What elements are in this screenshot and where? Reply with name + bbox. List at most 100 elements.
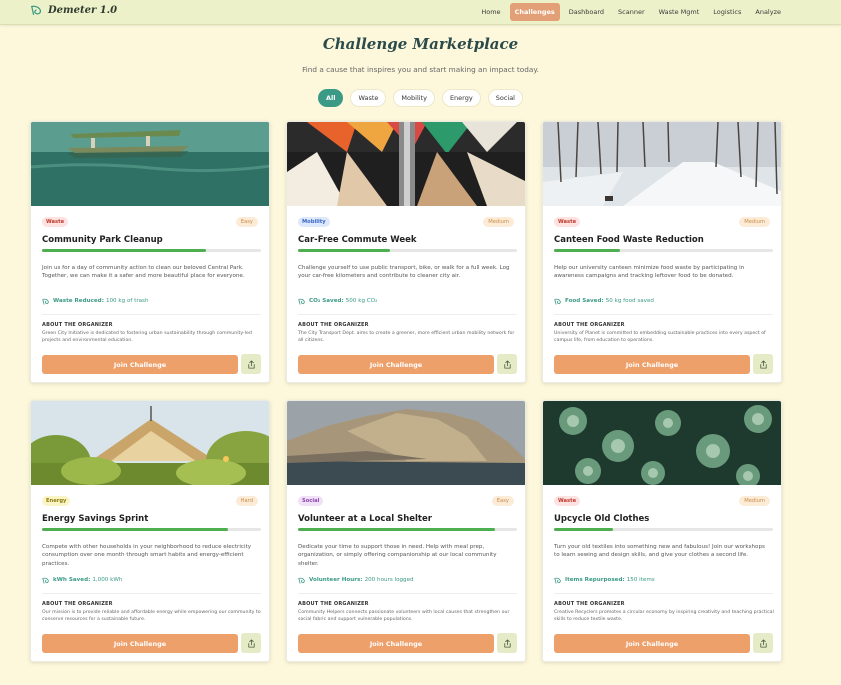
impact-stat: Food Saved: 50 kg food saved [554, 297, 654, 305]
share-button[interactable] [241, 633, 261, 653]
challenge-description: Challenge yourself to use public transpo… [298, 265, 510, 280]
challenge-image-succulents [543, 401, 781, 485]
difficulty-badge: Hard [235, 496, 258, 506]
category-badge: Waste [554, 496, 581, 506]
category-badge: Waste [42, 217, 69, 227]
impact-label: Items Repurposed: [565, 577, 625, 583]
divider [554, 593, 773, 594]
top-nav: Demeter 1.0 Home Challenges Dashboard Sc… [0, 0, 841, 25]
impact-stat: kWh Saved: 1,000 kWh [42, 576, 122, 584]
divider [298, 314, 517, 315]
challenge-description: Compete with other households in your ne… [42, 544, 252, 567]
organizer-heading: ABOUT THE ORGANIZER [42, 322, 113, 328]
progress-bar [42, 528, 261, 531]
leaf-icon [298, 298, 305, 305]
challenge-image-cliff [287, 401, 525, 485]
nav-link-home[interactable]: Home [476, 3, 505, 21]
challenge-description: Dedicate your time to support those in n… [298, 544, 497, 567]
impact-stat: Waste Reduced: 100 kg of trash [42, 297, 149, 305]
challenge-card[interactable]: Waste Easy Community Park Cleanup Join u… [30, 121, 270, 383]
join-challenge-button[interactable]: Join Challenge [42, 355, 238, 374]
nav-link-dashboard[interactable]: Dashboard [564, 3, 609, 21]
impact-label: CO₂ Saved: [309, 298, 344, 304]
join-challenge-button[interactable]: Join Challenge [554, 634, 750, 653]
challenge-image-clothes [287, 122, 525, 206]
share-icon [759, 359, 767, 369]
organizer-heading: ABOUT THE ORGANIZER [298, 601, 369, 607]
share-icon [503, 359, 511, 369]
divider [298, 593, 517, 594]
progress-bar [554, 249, 773, 252]
share-icon [503, 638, 511, 648]
organizer-description: Creative Recyclers promotes a circular e… [554, 610, 774, 622]
divider [42, 314, 261, 315]
impact-stat: Volunteer Hours: 200 hours logged [298, 576, 414, 584]
challenge-card[interactable]: Waste Medium Upcycle Old Clothes Turn yo… [542, 400, 782, 662]
difficulty-badge: Medium [739, 217, 770, 227]
filter-energy[interactable]: Energy [441, 89, 481, 107]
share-icon [759, 638, 767, 648]
category-badge: Mobility [298, 217, 330, 227]
impact-value: 150 items [626, 577, 655, 583]
share-button[interactable] [241, 354, 261, 374]
nav-link-waste-mgmt[interactable]: Waste Mgmt [654, 3, 705, 21]
impact-stat: Items Repurposed: 150 items [554, 576, 655, 584]
page-title: Challenge Marketplace [322, 35, 519, 53]
join-challenge-button[interactable]: Join Challenge [554, 355, 750, 374]
app-name: Demeter 1.0 [48, 4, 118, 16]
nav-link-logistics[interactable]: Logistics [708, 3, 746, 21]
impact-label: Waste Reduced: [53, 298, 104, 304]
impact-value: 1,000 kWh [92, 577, 123, 583]
organizer-description: University of Planet is committed to emb… [554, 331, 766, 343]
filter-mobility[interactable]: Mobility [393, 89, 435, 107]
organizer-heading: ABOUT THE ORGANIZER [298, 322, 369, 328]
nav-link-scanner[interactable]: Scanner [613, 3, 650, 21]
challenge-title: Canteen Food Waste Reduction [554, 235, 704, 245]
join-challenge-button[interactable]: Join Challenge [42, 634, 238, 653]
share-button[interactable] [753, 633, 773, 653]
challenge-image-canoe [31, 122, 269, 206]
impact-value: 100 kg of trash [105, 298, 149, 304]
leaf-icon [298, 577, 305, 584]
leaf-icon [554, 298, 561, 305]
join-challenge-button[interactable]: Join Challenge [298, 634, 494, 653]
challenge-card[interactable]: Energy Hard Energy Savings Sprint Compet… [30, 400, 270, 662]
organizer-heading: ABOUT THE ORGANIZER [42, 601, 113, 607]
nav-link-challenges[interactable]: Challenges [509, 3, 560, 21]
divider [42, 593, 261, 594]
leaf-icon [42, 577, 49, 584]
difficulty-badge: Medium [483, 217, 514, 227]
progress-bar [554, 528, 773, 531]
organizer-heading: ABOUT THE ORGANIZER [554, 322, 625, 328]
difficulty-badge: Medium [739, 496, 770, 506]
impact-label: Food Saved: [565, 298, 604, 304]
challenge-image-glasshouse [31, 401, 269, 485]
share-icon [247, 638, 255, 648]
challenge-card[interactable]: Social Easy Volunteer at a Local Shelter… [286, 400, 526, 662]
challenge-image-snow [543, 122, 781, 206]
filter-waste[interactable]: Waste [350, 89, 387, 107]
organizer-description: Our mission is to provide reliable and a… [42, 610, 261, 622]
challenge-description: Help our university canteen minimize foo… [554, 265, 745, 280]
leaf-icon [42, 298, 49, 305]
progress-bar [298, 528, 517, 531]
nav-link-analyze[interactable]: Analyze [750, 3, 786, 21]
category-filters: All Waste Mobility Energy Social [0, 89, 841, 107]
challenge-title: Community Park Cleanup [42, 235, 163, 245]
challenge-card[interactable]: Waste Medium Canteen Food Waste Reductio… [542, 121, 782, 383]
filter-all[interactable]: All [317, 89, 344, 107]
share-button[interactable] [753, 354, 773, 374]
logo[interactable]: Demeter 1.0 [30, 3, 117, 17]
challenge-card[interactable]: Mobility Medium Car-Free Commute Week Ch… [286, 121, 526, 383]
filter-social[interactable]: Social [487, 89, 523, 107]
impact-label: Volunteer Hours: [309, 577, 363, 583]
organizer-description: Green City Initiative is dedicated to fo… [42, 331, 252, 343]
leaf-logo-icon [31, 5, 42, 15]
progress-bar [42, 249, 261, 252]
difficulty-badge: Easy [235, 217, 258, 227]
share-button[interactable] [497, 633, 517, 653]
challenge-title: Volunteer at a Local Shelter [298, 514, 432, 524]
join-challenge-button[interactable]: Join Challenge [298, 355, 494, 374]
share-button[interactable] [497, 354, 517, 374]
leaf-icon [554, 577, 561, 584]
